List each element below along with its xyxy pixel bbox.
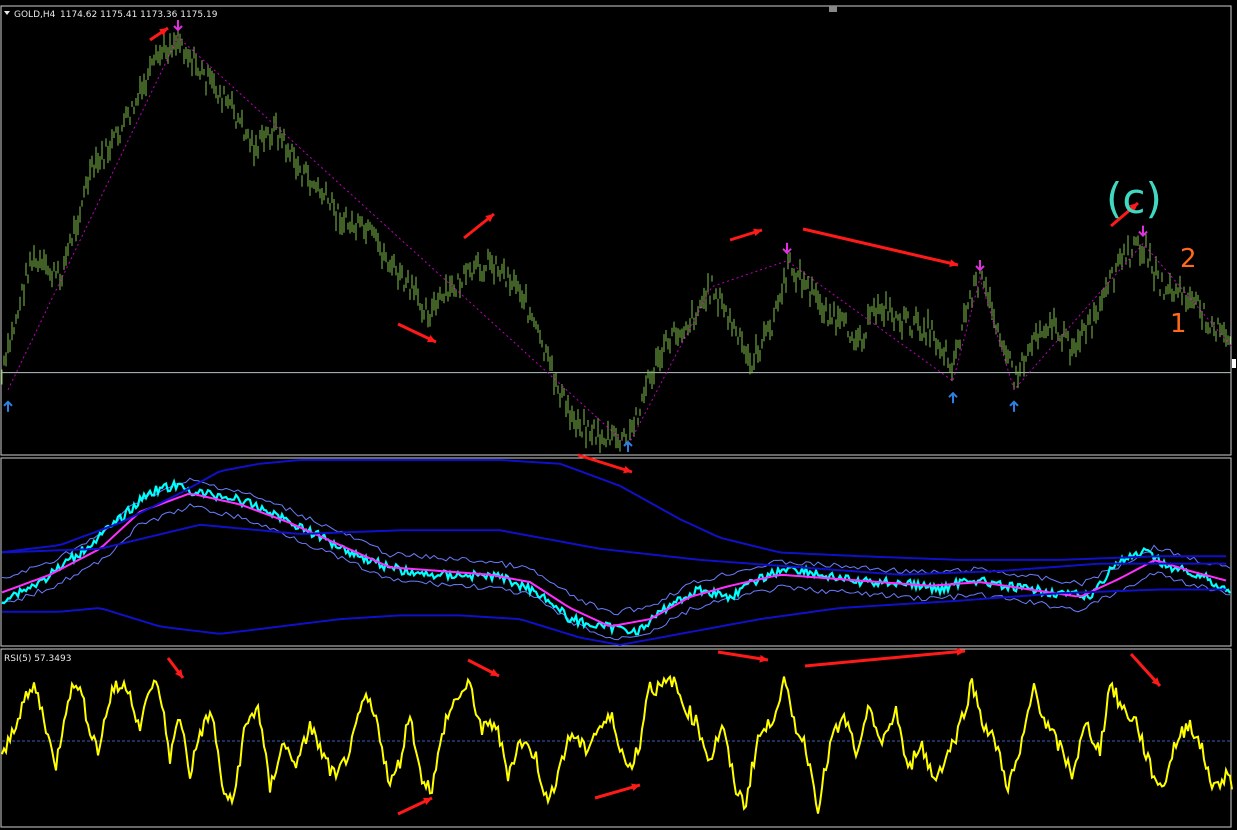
down-arrow-icon	[975, 260, 985, 272]
trend-arrow-icon	[467, 658, 500, 678]
envelope-lower-line	[2, 588, 1226, 647]
ohlc-values: 1174.62 1175.41 1173.36 1175.19	[60, 10, 218, 20]
trend-arrow-head	[623, 465, 632, 474]
trend-arrow-icon	[1129, 652, 1162, 688]
rsi-label: RSI(5) 57.3493	[4, 654, 71, 664]
trend-arrow-icon	[802, 227, 959, 267]
price-marker	[1232, 359, 1236, 368]
chart-root: GOLD,H4 1174.62 1175.41 1173.36 1175.19 …	[0, 5, 1236, 828]
trend-arrow-shaft	[802, 227, 959, 267]
down-arrow-icon	[173, 20, 183, 32]
up-arrow-icon	[3, 400, 13, 412]
symbol-dropdown-icon[interactable]	[4, 11, 10, 15]
annotation-arrows	[149, 26, 1162, 816]
down-arrow-icon	[782, 242, 792, 255]
bands-indicator-layer	[1, 459, 1231, 647]
wave-label-1: 1	[1170, 309, 1187, 339]
trend-arrow-shaft	[804, 649, 966, 668]
main-price-layer	[1, 20, 1233, 454]
trend-arrow-icon	[463, 212, 495, 240]
up-arrow-icon	[623, 440, 633, 452]
trend-arrow-icon	[729, 228, 763, 242]
trend-arrow-icon	[717, 650, 769, 663]
trend-arrow-icon	[397, 796, 433, 816]
trend-arrow-icon	[397, 322, 437, 344]
up-arrow-icon	[1009, 400, 1019, 412]
trend-arrow-icon	[594, 783, 641, 800]
scroll-marker-top[interactable]	[829, 6, 837, 12]
down-arrow-icon	[1138, 225, 1148, 238]
inner-band-lower	[1, 503, 1231, 641]
up-arrow-icon	[948, 391, 958, 404]
wave-label-c: (c)	[1106, 174, 1162, 223]
price-line	[1, 478, 1231, 636]
envelope-middle-line	[1, 523, 1226, 576]
trend-arrow-icon	[804, 647, 966, 668]
trend-arrow-icon	[149, 26, 169, 42]
bands-pane-frame	[0, 457, 1232, 647]
trend-arrow-icon	[166, 657, 185, 679]
zigzag-line	[7, 36, 1233, 447]
symbol-label: GOLD,H4	[14, 10, 56, 20]
main-pane-frame	[0, 5, 1232, 456]
envelope-upper-line	[1, 459, 1226, 561]
wave-label-2: 2	[1180, 244, 1197, 274]
